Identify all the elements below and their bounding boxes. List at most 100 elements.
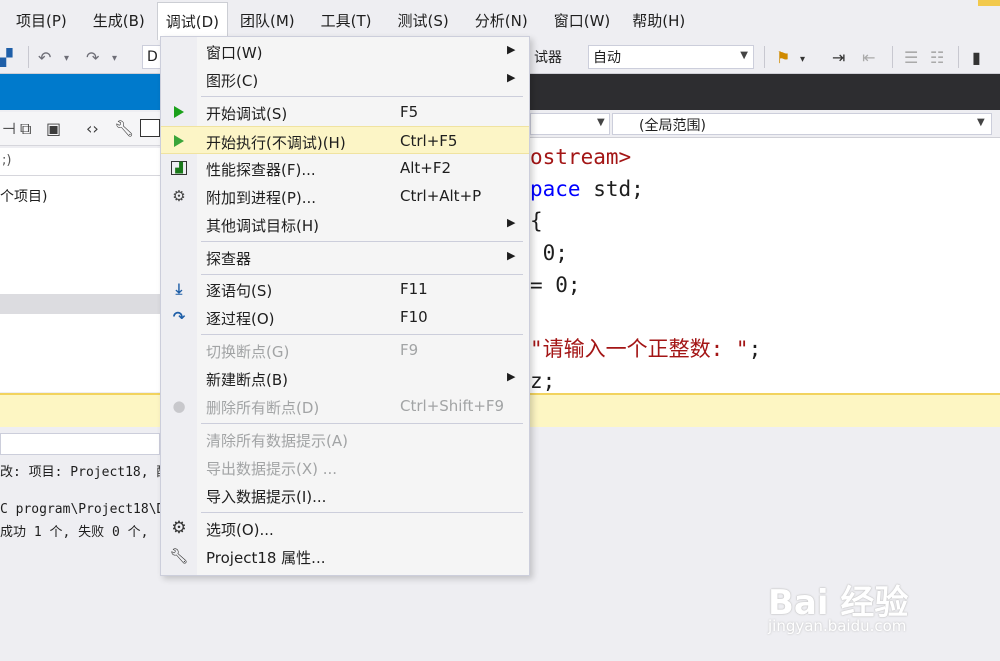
menu-analyze[interactable]: 分析(N) (467, 0, 536, 40)
menu-item-label: 开始调试(S) (206, 105, 288, 123)
copy-icon[interactable]: ⧉ (20, 119, 31, 139)
menu-item-graphics[interactable]: 图形(C) ▶ (161, 65, 529, 93)
code-text: std; (580, 177, 644, 201)
menu-item-options[interactable]: ⚙ 选项(O)... (161, 514, 529, 542)
menu-debug[interactable]: 调试(D) (156, 2, 229, 40)
gear-icon: ⚙ (171, 518, 187, 538)
menu-item-shortcut: Alt+F2 (400, 159, 452, 177)
collapse-icon[interactable]: ⊣ (2, 119, 16, 138)
menu-item-label: 其他调试目标(H) (206, 217, 319, 235)
step-into-icon: ⤓ (175, 280, 183, 298)
menu-separator (201, 96, 523, 97)
menu-item-export-datatips[interactable]: 导出数据提示(X) ... (161, 453, 529, 481)
save-all-icon[interactable]: ▞ (0, 48, 12, 67)
global-scope-dropdown[interactable]: (全局范围) ▼ (612, 113, 992, 135)
menu-team[interactable]: 团队(M) (232, 0, 303, 40)
menu-item-project-properties[interactable]: 🔧︎ Project18 属性... (161, 542, 529, 570)
undo-dropdown-icon[interactable]: ▾ (64, 53, 69, 64)
code-line: "请输入一个正整数: "; (530, 333, 1000, 365)
baidu-watermark: Bai 经验 jingyan.baidu.com (768, 575, 908, 635)
submenu-arrow-icon: ▶ (507, 370, 516, 383)
menu-item-new-breakpoint[interactable]: 新建断点(B) ▶ (161, 364, 529, 392)
outdent-icon[interactable]: ⇤ (862, 48, 875, 67)
redo-dropdown-icon[interactable]: ▾ (112, 53, 117, 64)
menu-build[interactable]: 生成(B) (85, 0, 153, 40)
indent-icon[interactable]: ⇥ (832, 48, 845, 67)
code-text: z; (530, 369, 556, 393)
submenu-arrow-icon: ▶ (507, 249, 516, 262)
solution-explorer-titlebar (0, 74, 160, 110)
toolbar-overflow-icon[interactable]: ▾ (800, 54, 805, 65)
uncomment-icon[interactable]: ☷ (930, 48, 944, 67)
menu-item-shortcut: Ctrl+F5 (400, 132, 458, 150)
solution-config-value: D (147, 49, 158, 65)
solution-explorer-toolbar: ⊣ ⧉ ▣ ‹› 🔧︎ (0, 112, 160, 146)
horizontal-scrollbar[interactable] (0, 294, 160, 314)
solution-config-dropdown[interactable]: D (142, 45, 162, 69)
code-view-icon[interactable]: ‹› (86, 119, 99, 138)
output-source-dropdown[interactable] (0, 433, 160, 455)
chevron-down-icon: ▼ (977, 117, 985, 128)
bookmark-icon[interactable]: ▮ (972, 48, 981, 67)
debug-menu: 窗口(W) ▶ 图形(C) ▶ 开始调试(S) F5 开始执行(不调试)(H) … (160, 36, 530, 576)
redo-icon[interactable]: ↷ (86, 48, 99, 67)
properties-wrench-icon[interactable]: 🔧︎ (114, 119, 134, 138)
menu-item-other-debug-targets[interactable]: 其他调试目标(H) ▶ (161, 210, 529, 238)
menu-item-label: 删除所有断点(D) (206, 399, 320, 417)
submenu-arrow-icon: ▶ (507, 71, 516, 84)
menu-item-profiler[interactable]: 探查器 ▶ (161, 243, 529, 271)
menu-item-step-over[interactable]: ↷ 逐过程(O) F10 (161, 303, 529, 331)
find-in-files-icon[interactable]: ⚑ (776, 48, 790, 67)
toolbar-separator (764, 46, 765, 68)
tree-item-solution[interactable]: 个项目) (0, 186, 160, 206)
menu-item-windows[interactable]: 窗口(W) ▶ (161, 37, 529, 65)
menu-help[interactable]: 帮助(H) (624, 0, 693, 40)
chevron-down-icon: ▼ (597, 117, 605, 128)
menu-item-shortcut: F5 (400, 103, 419, 121)
menu-item-attach-to-process[interactable]: ⚙ 附加到进程(P)... Ctrl+Alt+P (161, 182, 529, 210)
solution-tree: 个项目) (0, 176, 160, 294)
submenu-arrow-icon: ▶ (507, 43, 516, 56)
code-line: { (530, 205, 1000, 237)
toolbar-separator (958, 46, 959, 68)
menu-item-start-without-debugging[interactable]: 开始执行(不调试)(H) Ctrl+F5 (161, 126, 529, 154)
menu-item-label: 切换断点(G) (206, 343, 290, 361)
menu-item-step-into[interactable]: ⤓ 逐语句(S) F11 (161, 275, 529, 303)
play-icon (169, 103, 189, 121)
menu-project[interactable]: 项目(P) (8, 0, 75, 40)
code-string: "请输入一个正整数: " (530, 337, 749, 361)
menu-item-performance-profiler[interactable]: ▟ 性能探查器(F)... Alt+F2 (161, 154, 529, 182)
menu-item-label: 逐语句(S) (206, 282, 273, 300)
menu-item-start-debugging[interactable]: 开始调试(S) F5 (161, 98, 529, 126)
gears-icon: ⚙ (172, 187, 186, 205)
show-all-files-icon[interactable]: ▣ (46, 119, 61, 138)
submenu-arrow-icon: ▶ (507, 216, 516, 229)
menu-tools[interactable]: 工具(T) (313, 0, 380, 40)
menu-item-shortcut: Ctrl+Alt+P (400, 187, 482, 205)
menu-separator (201, 241, 523, 242)
menu-window[interactable]: 窗口(W) (546, 0, 619, 40)
menu-item-delete-all-breakpoints[interactable]: ● 删除所有断点(D) Ctrl+Shift+F9 (161, 392, 529, 420)
menu-test[interactable]: 测试(S) (390, 0, 457, 40)
menu-item-clear-all-datatips[interactable]: 清除所有数据提示(A) (161, 425, 529, 453)
menu-bar: 项目(P) 生成(B) 调试(D) 团队(M) 工具(T) 测试(S) 分析(N… (0, 0, 1000, 40)
watermark-url: jingyan.baidu.com (768, 617, 907, 635)
performance-chart-icon: ▟ (171, 161, 187, 175)
code-text: = 0; (530, 273, 581, 297)
solution-explorer-search[interactable]: ;) (0, 148, 160, 176)
output-line: 改: 项目: Project18, 配 (0, 465, 170, 480)
menu-item-import-datatips[interactable]: 导入数据提示(I)... (161, 481, 529, 509)
code-keyword: pace (530, 177, 581, 201)
undo-icon[interactable]: ↶ (38, 48, 51, 67)
menu-item-label: Project18 属性... (206, 549, 326, 567)
debug-mode-dropdown[interactable]: 自动 ▼ (588, 45, 754, 69)
debugger-label: 试器 (530, 45, 586, 69)
menu-item-toggle-breakpoint[interactable]: 切换断点(G) F9 (161, 336, 529, 364)
menu-item-label: 清除所有数据提示(A) (206, 432, 348, 450)
preview-selected-icon[interactable] (140, 119, 160, 137)
properties-panel (0, 314, 160, 392)
project-scope-dropdown[interactable]: ▼ (530, 113, 610, 135)
comment-icon[interactable]: ☰ (904, 48, 918, 67)
code-editor[interactable]: ostream> pace std; { 0; = 0; "请输入一个正整数: … (530, 138, 1000, 393)
